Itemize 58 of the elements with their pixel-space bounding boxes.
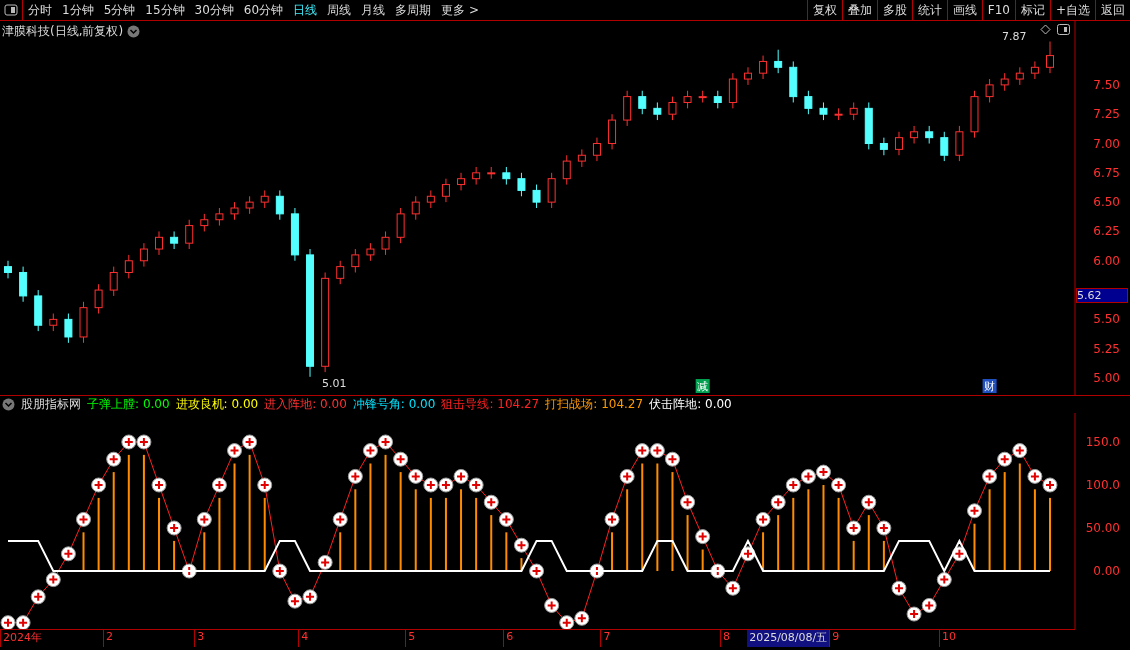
- axis-label: 5.25: [1093, 341, 1120, 356]
- toolbar-button[interactable]: F10: [981, 0, 1015, 20]
- period-tab[interactable]: 多周期: [390, 0, 437, 20]
- axis-label: 150.0: [1085, 435, 1120, 449]
- price-tag: 5.62: [1076, 288, 1128, 303]
- axis-label: 10: [939, 630, 1075, 647]
- period-tab[interactable]: 5分钟: [98, 0, 141, 20]
- legend-item: 进攻良机: 0.00: [175, 396, 259, 413]
- axis-label: 7.50: [1093, 77, 1120, 92]
- event-marker: 减: [695, 379, 710, 393]
- axis-label: 6: [503, 630, 601, 647]
- toolbar-button[interactable]: 复权: [806, 0, 842, 20]
- period-tab[interactable]: 1分钟: [57, 0, 99, 20]
- cursor-date: 2025/08/08/五: [747, 630, 830, 647]
- axis-label: 6.25: [1093, 224, 1120, 239]
- toolbar-button[interactable]: +自选: [1049, 0, 1095, 20]
- toolbar-button[interactable]: 统计: [911, 0, 947, 20]
- period-tab[interactable]: 分时: [23, 0, 57, 20]
- axis-label: 4: [298, 630, 406, 647]
- period-tab[interactable]: 更多 >: [436, 0, 484, 20]
- axis-label: 5: [405, 630, 504, 647]
- axis-label: 9: [829, 630, 940, 647]
- price-annotation: 7.87: [1002, 29, 1027, 43]
- axis-label: 2: [103, 630, 195, 647]
- axis-label: 5.00: [1093, 371, 1120, 385]
- period-tab[interactable]: 15分钟: [140, 0, 190, 20]
- legend-item: 冲锋号角: 0.00: [352, 396, 436, 413]
- event-marker: 财: [982, 379, 997, 393]
- axis-label: 50.00: [1085, 521, 1120, 535]
- toolbar-button[interactable]: 画线: [946, 0, 982, 20]
- axis-label: 2024年: [0, 630, 103, 647]
- axis-label: 6.50: [1093, 195, 1120, 210]
- legend-item: 伏击阵地: 0.00: [649, 396, 732, 413]
- axis-label: 7.25: [1093, 107, 1120, 122]
- legend-item: 狙击导线: 104.27: [441, 396, 540, 413]
- axis-label: 7: [600, 630, 720, 647]
- toolbar-button[interactable]: 多股: [876, 0, 912, 20]
- axis-label: 100.0: [1085, 478, 1120, 492]
- toolbar-button[interactable]: 返回: [1095, 0, 1130, 20]
- price-annotation: 5.01: [322, 376, 347, 390]
- toolbar-button[interactable]: 叠加: [841, 0, 877, 20]
- period-tab[interactable]: 月线: [356, 0, 391, 20]
- axis-label: 5.50: [1093, 312, 1120, 327]
- indicator-name: 股朋指标网: [21, 396, 81, 413]
- period-tab[interactable]: 日线: [288, 0, 323, 20]
- axis-label: 6.75: [1093, 165, 1120, 180]
- axis-label: 6.00: [1093, 253, 1120, 268]
- legend-item: 打扫战场: 104.27: [545, 396, 644, 413]
- period-tab[interactable]: 30分钟: [189, 0, 239, 20]
- axis-label: 7.00: [1093, 136, 1120, 151]
- legend-item: 子弹上膛: 0.00: [87, 396, 170, 413]
- period-tab[interactable]: 60分钟: [238, 0, 289, 20]
- axis-label: 3: [194, 630, 299, 647]
- toolbar-button[interactable]: 标记: [1014, 0, 1050, 20]
- axis-label: 0.00: [1093, 564, 1120, 578]
- stock-title: 津膜科技(日线,前复权): [2, 23, 124, 40]
- period-tab[interactable]: 周线: [322, 0, 357, 20]
- legend-item: 进入阵地: 0.00: [264, 396, 347, 413]
